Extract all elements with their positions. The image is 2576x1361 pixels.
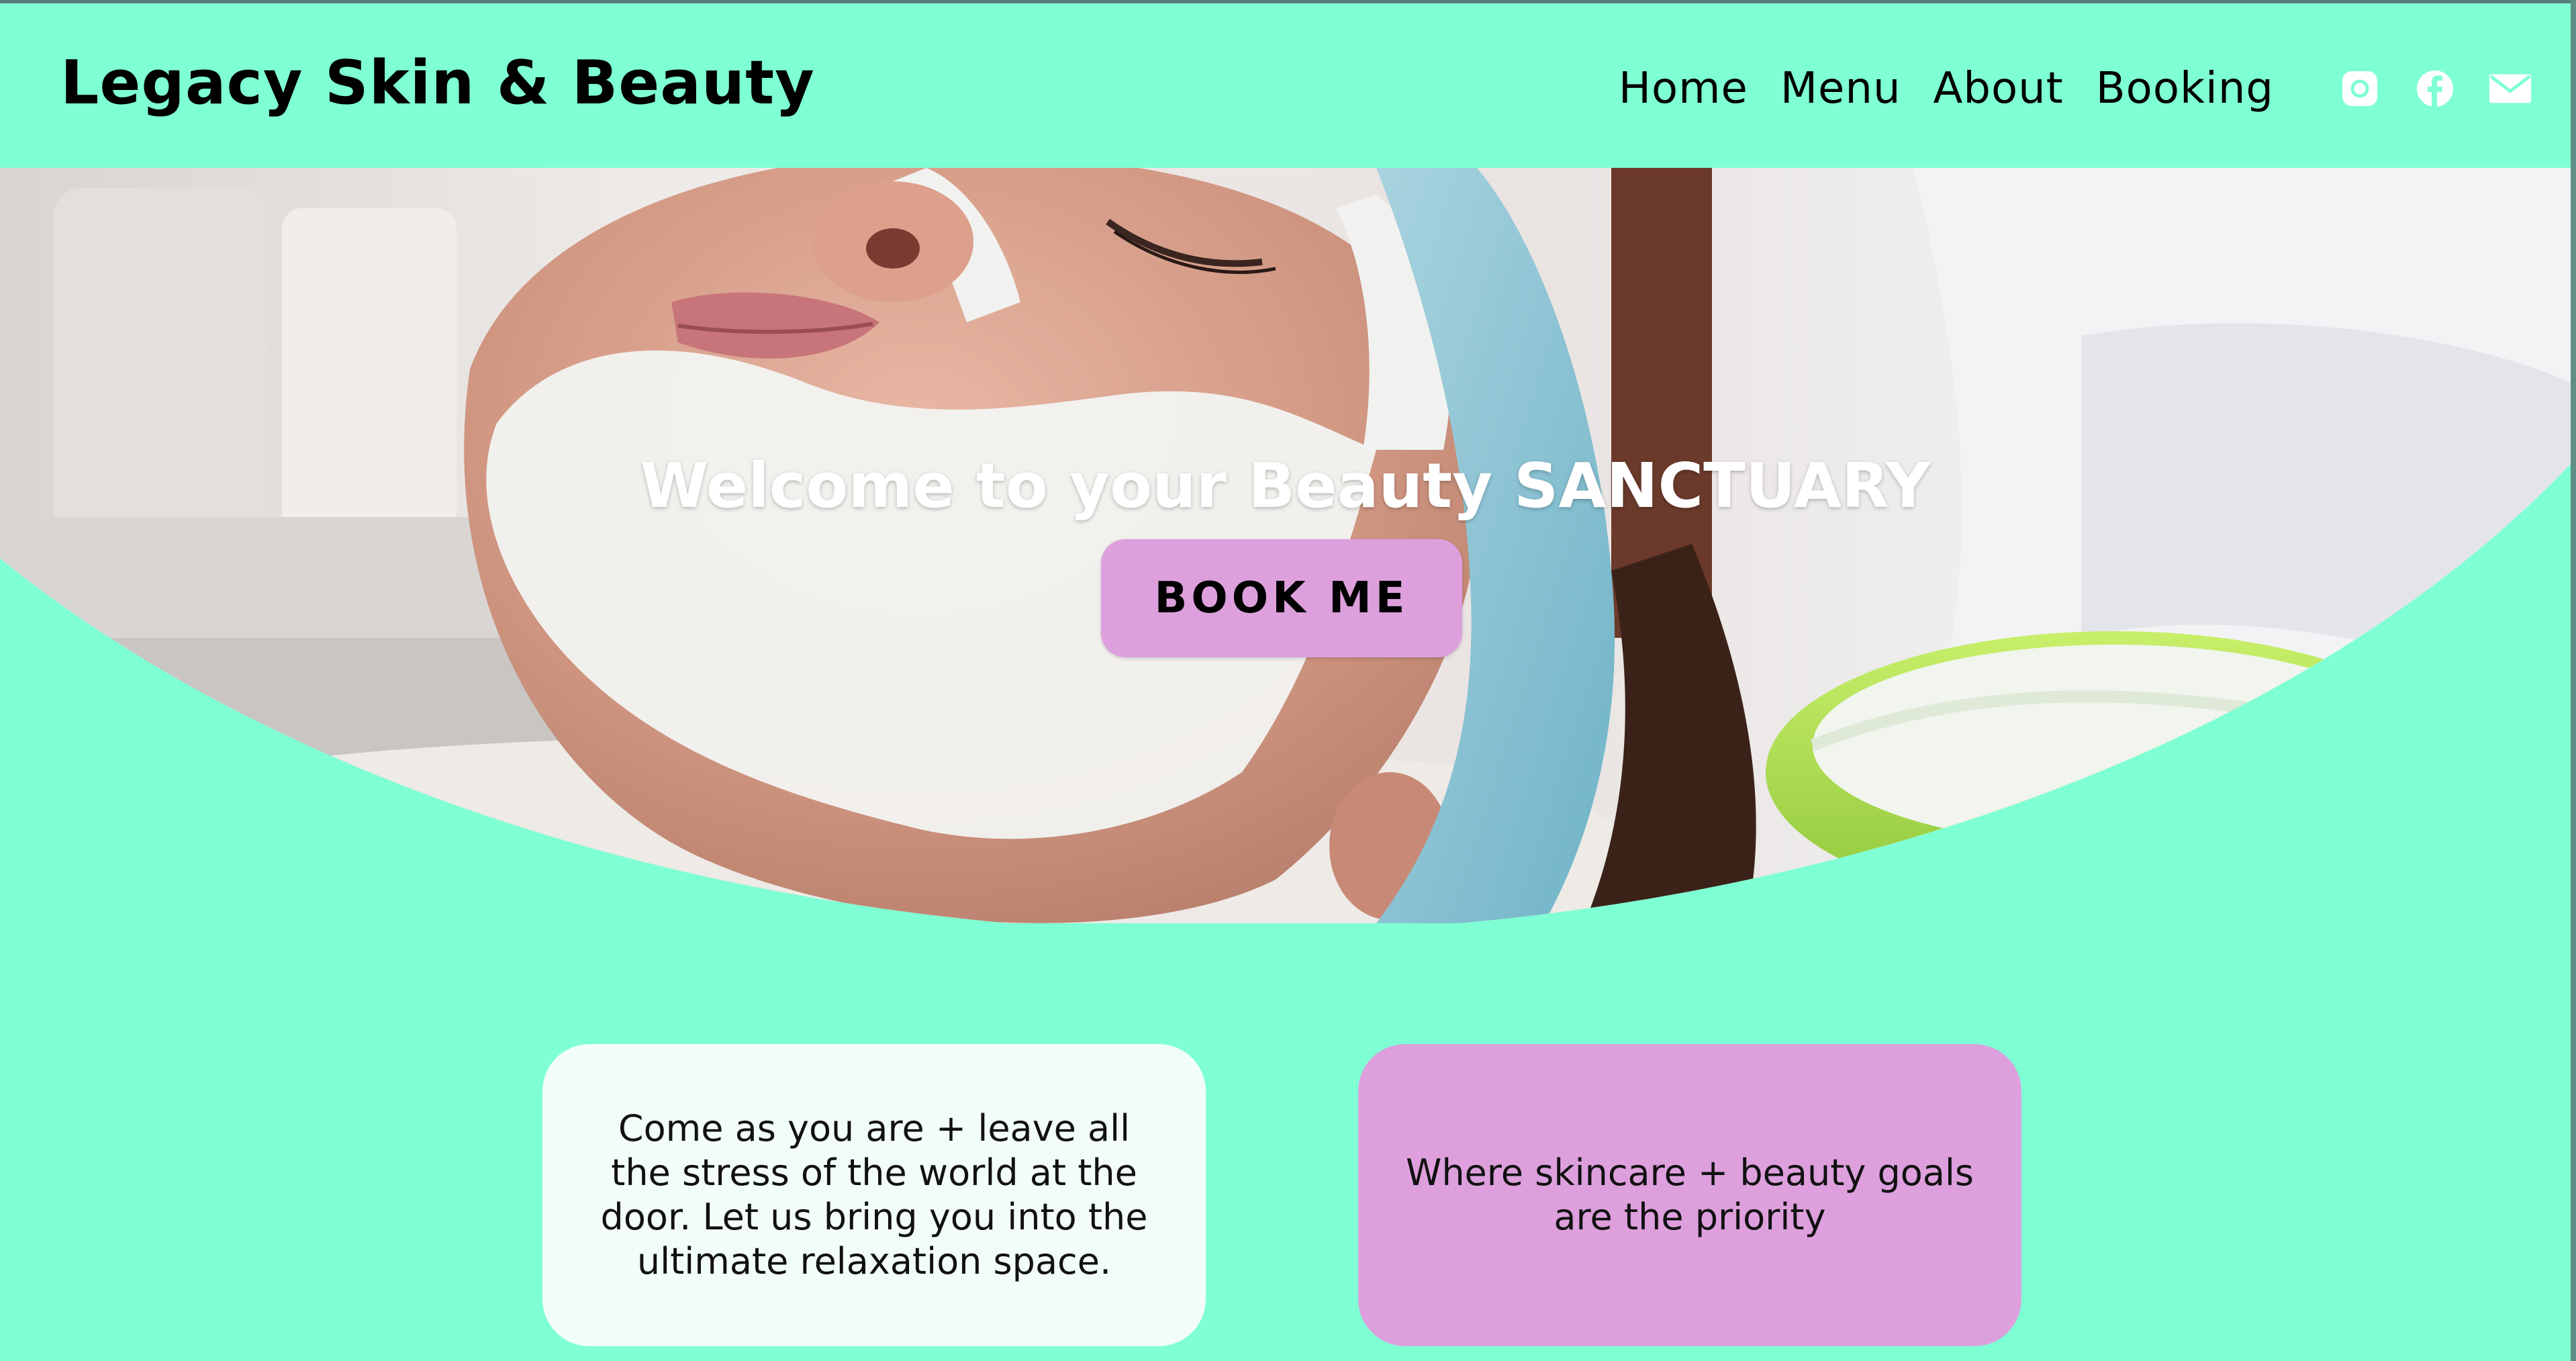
priority-card-text: Where skincare + beauty goals are the pr… bbox=[1405, 1152, 1974, 1238]
site-logo[interactable]: Legacy Skin & Beauty bbox=[60, 48, 815, 118]
facebook-icon[interactable] bbox=[2414, 67, 2456, 110]
nav-menu[interactable]: Menu bbox=[1780, 64, 1901, 113]
nav-home[interactable]: Home bbox=[1619, 64, 1748, 113]
book-me-button[interactable]: BOOK ME bbox=[1101, 539, 1462, 657]
site-header: Legacy Skin & Beauty Home Menu About Boo… bbox=[0, 3, 2571, 168]
main-nav: Home Menu About Booking bbox=[1619, 64, 2532, 113]
window-right-border bbox=[2571, 0, 2576, 1361]
hero-title: Welcome to your Beauty SANCTUARY bbox=[640, 450, 1931, 522]
nav-about[interactable]: About bbox=[1934, 64, 2064, 113]
nav-booking[interactable]: Booking bbox=[2096, 64, 2274, 113]
intro-card: Come as you are + leave all the stress o… bbox=[542, 1044, 1206, 1346]
intro-card-text: Come as you are + leave all the stress o… bbox=[600, 1107, 1148, 1282]
instagram-icon[interactable] bbox=[2338, 67, 2381, 110]
priority-card: Where skincare + beauty goals are the pr… bbox=[1358, 1044, 2021, 1346]
hero-banner: Welcome to your Beauty SANCTUARY BOOK ME bbox=[0, 168, 2571, 923]
email-icon[interactable] bbox=[2489, 67, 2532, 110]
